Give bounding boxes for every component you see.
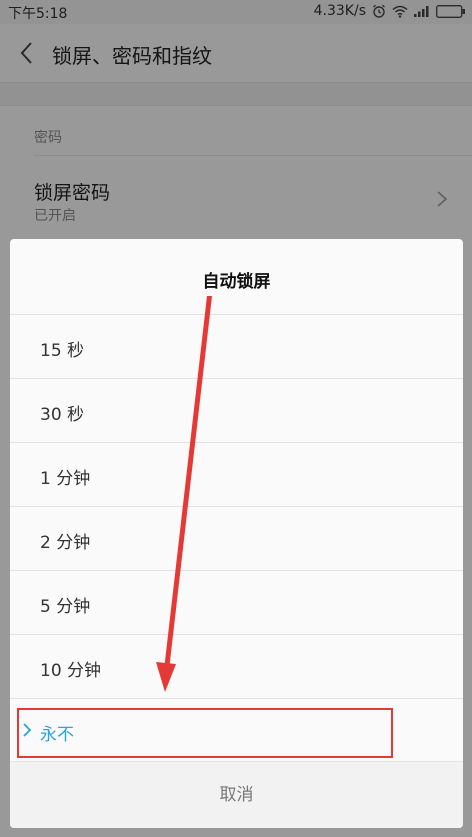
option-label: 2 分钟 — [40, 533, 91, 553]
option-label: 15 秒 — [40, 341, 85, 361]
option-label: 5 分钟 — [40, 597, 91, 617]
option-1-minute[interactable]: 1 分钟 — [10, 443, 463, 507]
annotation-highlight-box — [17, 708, 393, 758]
option-5-minutes[interactable]: 5 分钟 — [10, 571, 463, 635]
cancel-button[interactable]: 取消 — [10, 761, 463, 828]
option-30-seconds[interactable]: 30 秒 — [10, 379, 463, 443]
option-15-seconds[interactable]: 15 秒 — [10, 315, 463, 379]
dialog-title: 自动锁屏 — [202, 272, 271, 292]
option-label: 10 分钟 — [40, 661, 102, 681]
option-label: 1 分钟 — [40, 469, 91, 489]
option-2-minutes[interactable]: 2 分钟 — [10, 507, 463, 571]
option-list: 15 秒 30 秒 1 分钟 2 分钟 5 分钟 10 分钟 永不 — [10, 315, 463, 763]
option-label: 30 秒 — [40, 405, 85, 425]
option-10-minutes[interactable]: 10 分钟 — [10, 635, 463, 699]
